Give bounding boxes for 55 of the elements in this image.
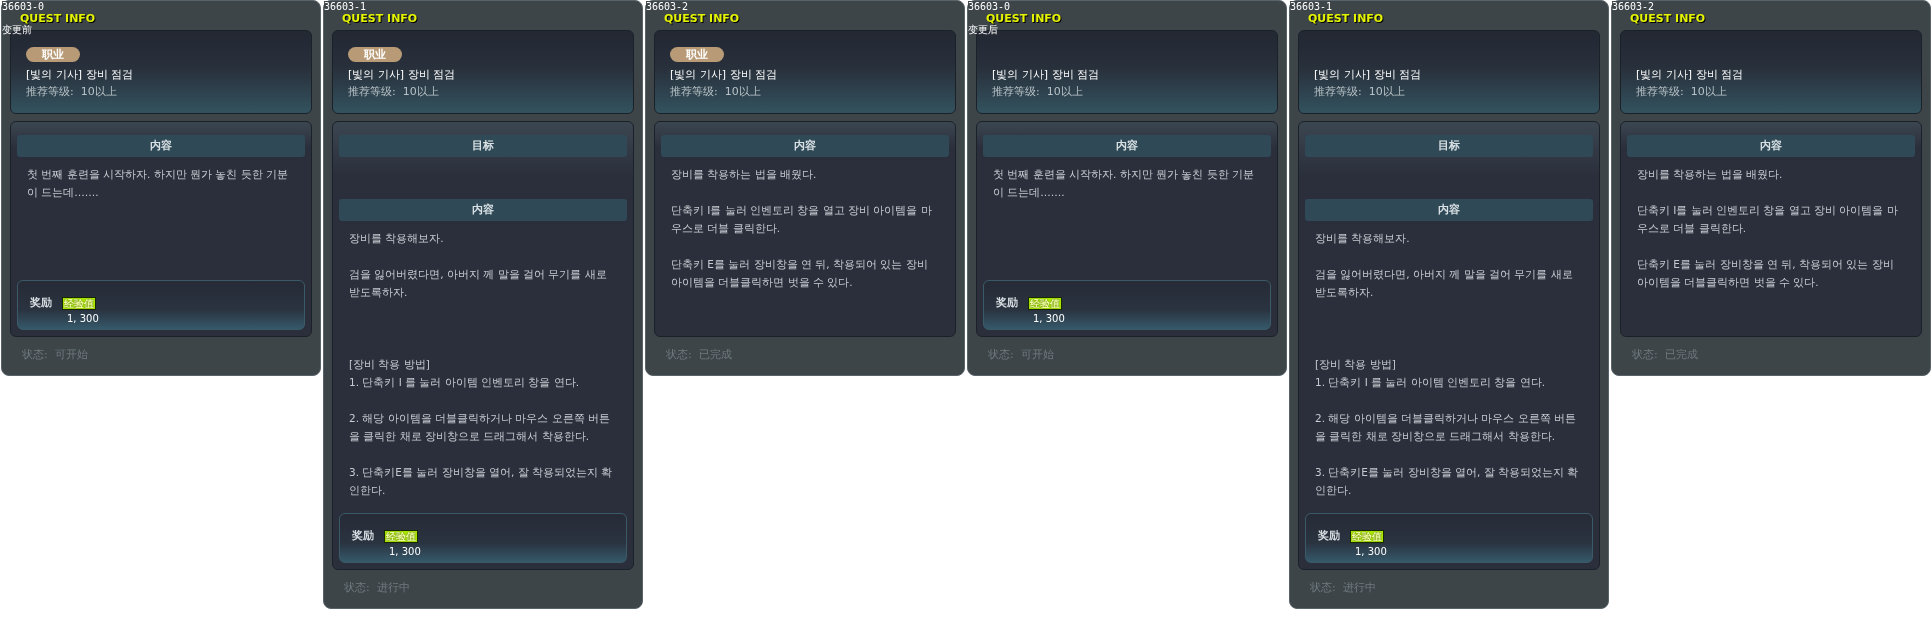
id-label: 36603-1 bbox=[1290, 1, 1333, 12]
reward-type-tag: 经验值 bbox=[62, 296, 96, 310]
section-heading: 目标 bbox=[1305, 135, 1593, 157]
reward-type-tag: 经验值 bbox=[1028, 296, 1062, 310]
id-label: 36603-2 bbox=[646, 1, 689, 12]
level-requirement: 推荐等级: 10以上 bbox=[1636, 84, 1728, 100]
level-requirement: 推荐等级: 10以上 bbox=[348, 84, 440, 100]
reward-amount: 1, 300 bbox=[1355, 546, 1388, 558]
section-heading: 内容 bbox=[1627, 135, 1915, 157]
quest-name: [빛의 기사] 장비 점검 bbox=[992, 67, 1101, 83]
panel-title: QUEST INFO bbox=[342, 12, 418, 25]
section-heading: 内容 bbox=[17, 135, 305, 157]
section-heading: 内容 bbox=[661, 135, 949, 157]
quest-name: [빛의 기사] 장비 점검 bbox=[1636, 67, 1745, 83]
reward-label: 奖励 bbox=[1318, 529, 1340, 543]
reward-amount: 1, 300 bbox=[67, 313, 100, 325]
note-label: 变更后 bbox=[968, 24, 998, 36]
section-heading: 内容 bbox=[983, 135, 1271, 157]
level-requirement: 推荐等级: 10以上 bbox=[1314, 84, 1406, 100]
level-requirement: 推荐等级: 10以上 bbox=[26, 84, 118, 100]
reward-amount: 1, 300 bbox=[389, 546, 422, 558]
quest-name: [빛의 기사] 장비 점검 bbox=[1314, 67, 1423, 83]
reward-type-tag: 经验值 bbox=[1350, 529, 1384, 543]
job-badge: 职业 bbox=[348, 47, 402, 62]
id-label: 36603-0 bbox=[2, 1, 45, 12]
quest-name: [빛의 기사] 장비 점검 bbox=[670, 67, 779, 83]
note-label: 变更前 bbox=[2, 24, 32, 36]
panel-title: QUEST INFO bbox=[1308, 12, 1384, 25]
reward-label: 奖励 bbox=[30, 296, 52, 310]
reward-label: 奖励 bbox=[352, 529, 374, 543]
section-text: 장비를 착용하는 법을 배웠다. 단축키 I를 눌러 인벤토리 창을 열고 장비 아이템을 마우스로 더블 클릭한다. 단축키 E를 눌러 장비창을 연 뒤, 착용되어 있는 장비 아이템을 더블클릭하면 벗을 수 있다. bbox=[670, 167, 933, 290]
section-text: 장비를 착용해보자. 검을 잃어버렸다면, 아버지 께 말을 걸어 무기를 새로 받도록하자. [장비 착용 방법] 1. 단축키 I 를 눌러 아이템 인벤토리 창을 연다. 2. 해당 아이템을 더블클릭하거나 마우스 오른쪽 버튼을 클릭한 채로 장비창으로 드래그해서 착용한다. 3. 단축키E를 눌러 장비창을 열어, 잘 착용되었는지 확인한다. bbox=[348, 231, 614, 498]
section-text: 첫 번째 훈련을 시작하자. 하지만 뭔가 놓친 듯한 기분이 드는데……. bbox=[26, 167, 290, 200]
reward-type-tag: 经验值 bbox=[384, 529, 418, 543]
section-heading: 内容 bbox=[1305, 199, 1593, 221]
id-label: 36603-0 bbox=[968, 1, 1011, 12]
level-requirement: 推荐等级: 10以上 bbox=[992, 84, 1084, 100]
panel-title: QUEST INFO bbox=[986, 12, 1062, 25]
panel-title: QUEST INFO bbox=[1630, 12, 1706, 25]
reward-amount: 1, 300 bbox=[1033, 313, 1066, 325]
quest-name: [빛의 기사] 장비 점검 bbox=[26, 67, 135, 83]
section-text: 장비를 착용해보자. 검을 잃어버렸다면, 아버지 께 말을 걸어 무기를 새로 받도록하자. [장비 착용 방법] 1. 단축키 I 를 눌러 아이템 인벤토리 창을 연다. 2. 해당 아이템을 더블클릭하거나 마우스 오른쪽 버튼을 클릭한 채로 장비창으로 드래그해서 착용한다. 3. 단축키E를 눌러 장비창을 열어, 잘 착용되었는지 확인한다. bbox=[1314, 231, 1580, 498]
quest-name: [빛의 기사] 장비 점검 bbox=[348, 67, 457, 83]
job-badge: 职业 bbox=[670, 47, 724, 62]
id-label: 36603-1 bbox=[324, 1, 367, 12]
section-heading: 内容 bbox=[339, 199, 627, 221]
job-badge: 职业 bbox=[26, 47, 80, 62]
panel-title: QUEST INFO bbox=[664, 12, 740, 25]
section-heading: 目标 bbox=[339, 135, 627, 157]
level-requirement: 推荐等级: 10以上 bbox=[670, 84, 762, 100]
section-text: 장비를 착용하는 법을 배웠다. 단축키 I를 눌러 인벤토리 창을 열고 장비 아이템을 마우스로 더블 클릭한다. 단축키 E를 눌러 장비창을 연 뒤, 착용되어 있는 장비 아이템을 더블클릭하면 벗을 수 있다. bbox=[1636, 167, 1899, 290]
section-text: 첫 번째 훈련을 시작하자. 하지만 뭔가 놓친 듯한 기분이 드는데……. bbox=[992, 167, 1256, 200]
panel-title: QUEST INFO bbox=[20, 12, 96, 25]
id-label: 36603-2 bbox=[1612, 1, 1655, 12]
reward-label: 奖励 bbox=[996, 296, 1018, 310]
